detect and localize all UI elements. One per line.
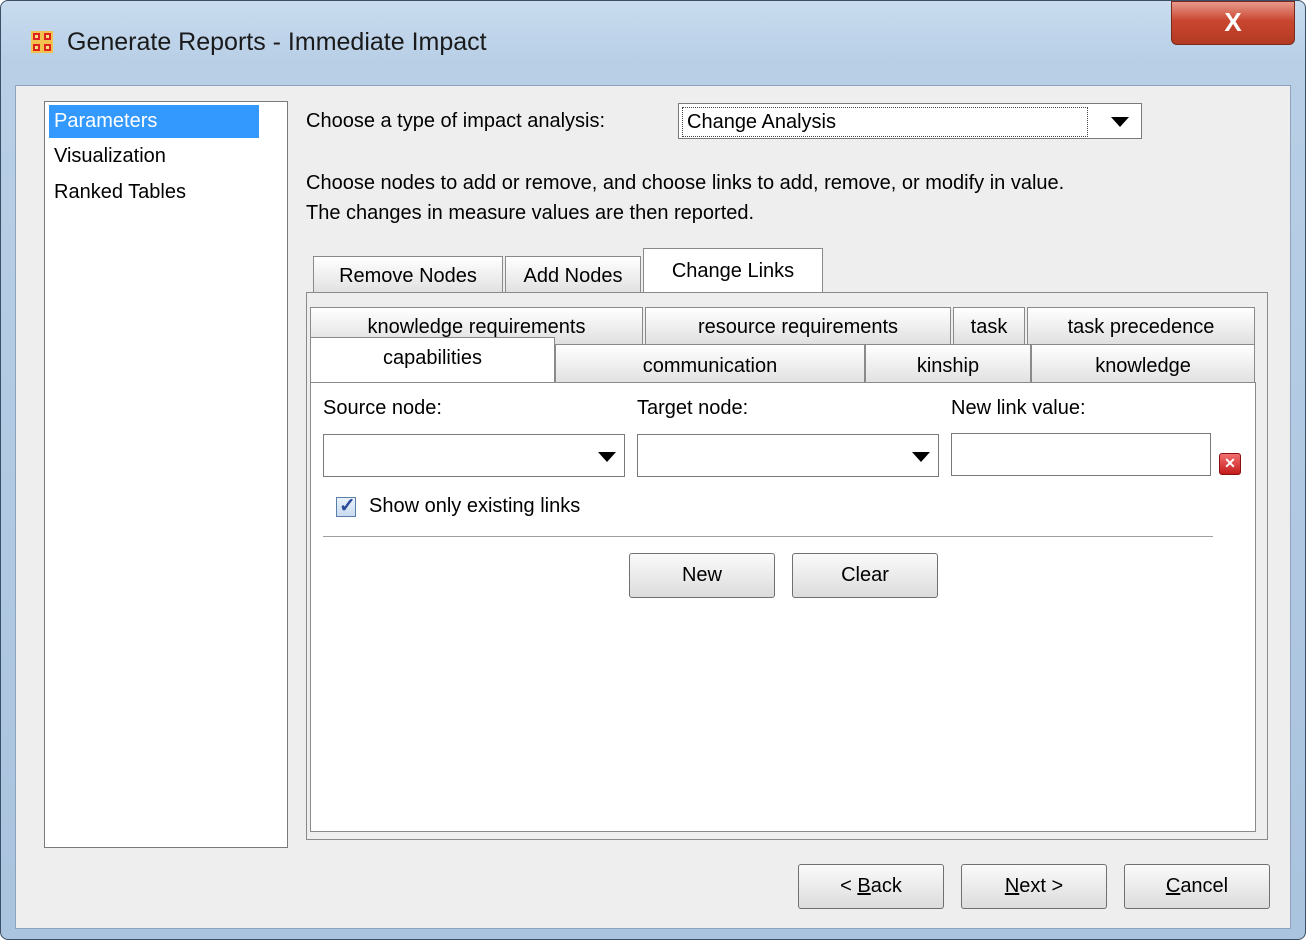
dialog-window: Generate Reports - Immediate Impact X Pa…	[0, 0, 1306, 940]
next-rest: ext >	[1019, 875, 1064, 897]
app-icon	[31, 31, 53, 53]
change-links-panel: knowledge requirements resource requirem…	[306, 292, 1268, 840]
analysis-type-select[interactable]: Change Analysis	[678, 103, 1142, 139]
new-link-value-input[interactable]	[951, 433, 1211, 476]
next-button[interactable]: Next >	[961, 864, 1107, 909]
description-line-2: The changes in measure values are then r…	[306, 202, 755, 224]
tab-task[interactable]: task	[953, 307, 1025, 344]
nav-item-ranked-tables[interactable]: Ranked Tables	[49, 176, 191, 209]
new-link-value-label: New link value:	[951, 397, 1086, 419]
back-prefix: <	[840, 875, 858, 897]
chevron-down-icon	[598, 452, 616, 462]
show-existing-links-checkbox[interactable]: ✓	[336, 495, 356, 517]
window-title: Generate Reports - Immediate Impact	[67, 28, 487, 56]
capabilities-panel: Source node: Target node: New link value…	[310, 382, 1256, 832]
target-node-select[interactable]	[637, 434, 939, 477]
tab-knowledge[interactable]: knowledge	[1031, 344, 1255, 384]
nav-item-parameters[interactable]: Parameters	[49, 105, 259, 138]
clear-button[interactable]: Clear	[792, 553, 938, 598]
target-node-label: Target node:	[637, 397, 749, 419]
tab-change-links[interactable]: Change Links	[643, 248, 823, 295]
back-rest: ack	[870, 875, 902, 897]
show-existing-links-label: Show only existing links	[369, 495, 581, 517]
tab-resource-requirements[interactable]: resource requirements	[645, 307, 951, 344]
tab-kinship[interactable]: kinship	[865, 344, 1031, 384]
tab-remove-nodes[interactable]: Remove Nodes	[313, 256, 503, 294]
divider	[323, 536, 1213, 537]
cancel-rest: ancel	[1180, 875, 1229, 897]
back-button[interactable]: < Back	[798, 864, 944, 909]
close-button[interactable]: X	[1171, 1, 1295, 45]
new-button[interactable]: New	[629, 553, 775, 598]
nav-item-visualization[interactable]: Visualization	[49, 140, 171, 173]
source-node-select[interactable]	[323, 434, 625, 477]
chevron-down-icon	[1111, 117, 1129, 127]
analysis-type-label: Choose a type of impact analysis:	[306, 110, 606, 132]
cancel-mnemonic: C	[1165, 875, 1181, 897]
description-line-1: Choose nodes to add or remove, and choos…	[306, 172, 1065, 194]
checkmark-icon: ✓	[339, 495, 356, 517]
tab-task-precedence[interactable]: task precedence	[1027, 307, 1255, 344]
tab-add-nodes[interactable]: Add Nodes	[505, 256, 641, 294]
chevron-down-icon	[912, 452, 930, 462]
cancel-button[interactable]: Cancel	[1124, 864, 1270, 909]
clear-value-icon[interactable]: ✕	[1219, 453, 1241, 475]
dialog-content: Parameters Visualization Ranked Tables C…	[15, 85, 1291, 929]
tab-communication[interactable]: communication	[555, 344, 865, 384]
report-nav-list[interactable]: Parameters Visualization Ranked Tables	[44, 101, 288, 848]
analysis-type-value: Change Analysis	[682, 107, 1088, 137]
tab-capabilities[interactable]: capabilities	[310, 337, 555, 383]
title-bar[interactable]: Generate Reports - Immediate Impact X	[1, 1, 1305, 85]
next-mnemonic: N	[1004, 875, 1020, 897]
back-mnemonic: B	[857, 875, 871, 897]
source-node-label: Source node:	[323, 397, 442, 419]
